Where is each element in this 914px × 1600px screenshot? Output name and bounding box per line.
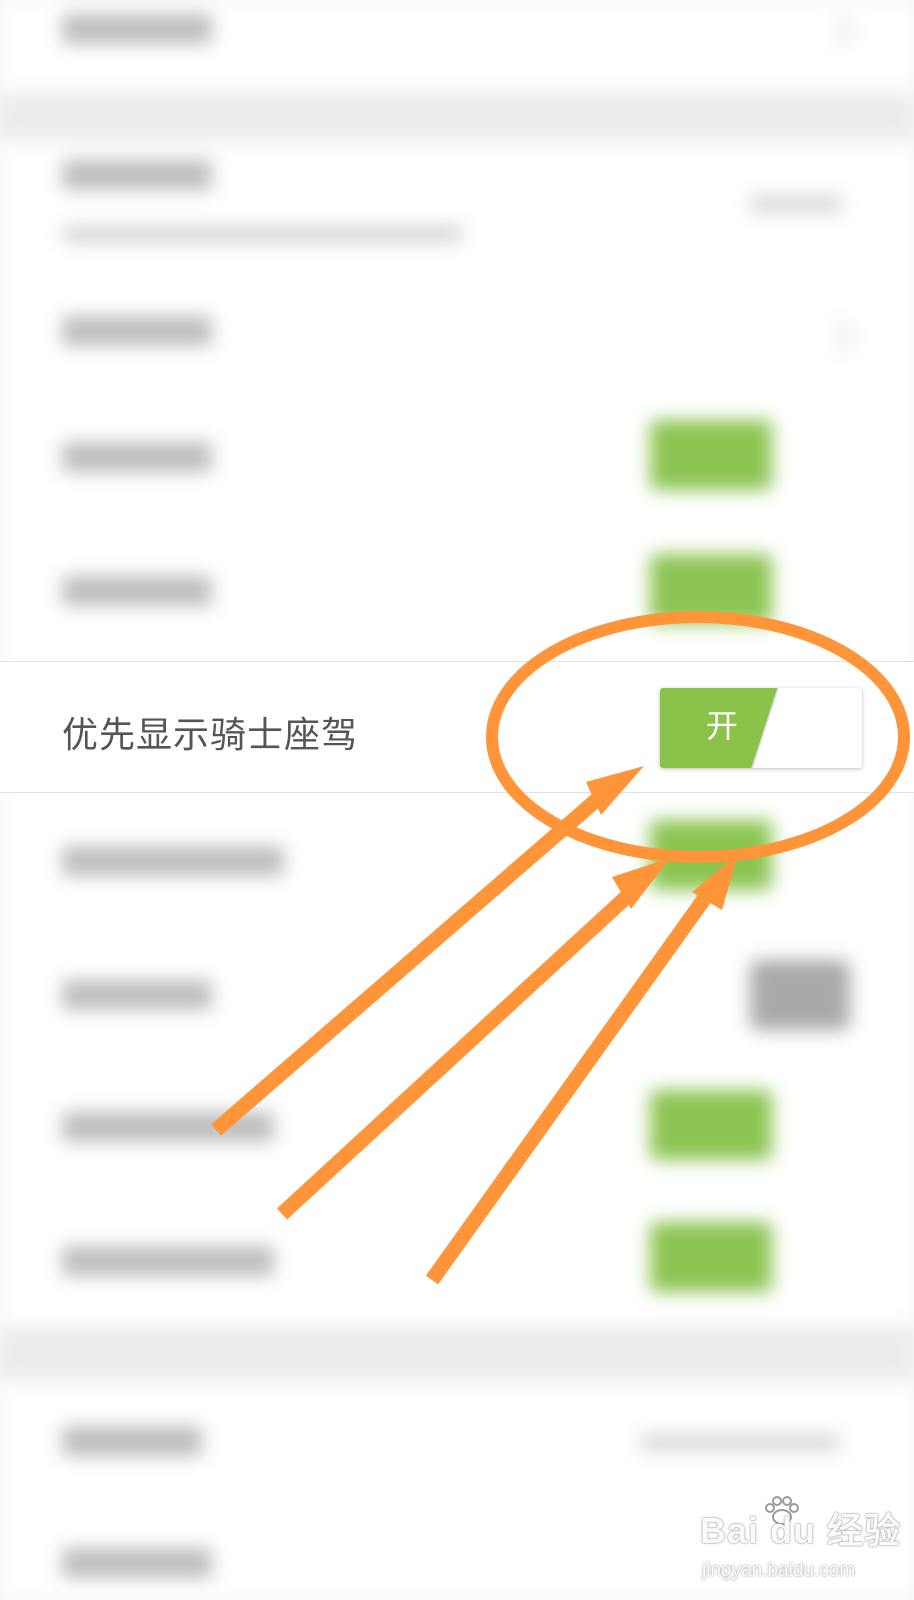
settings-screen: 优先显示骑士座驾 开 Bai du 经验 jingyan.baidu.com [0, 0, 914, 1600]
blurred-label [62, 846, 284, 876]
blurred-value [640, 1434, 840, 1450]
blurred-label [62, 316, 212, 346]
blurred-toggle-off [750, 960, 850, 1030]
blurred-toggle [650, 554, 772, 624]
blurred-label [62, 14, 212, 44]
setting-row-knight-vehicle: 优先显示骑士座驾 开 [0, 661, 914, 793]
blurred-toggle [650, 1222, 772, 1292]
watermark-domain: jingyan.baidu.com [702, 1560, 856, 1581]
toggle-track-shape [660, 688, 779, 768]
blurred-label [62, 1548, 212, 1578]
blurred-label [62, 980, 212, 1010]
blurred-label [62, 1246, 274, 1276]
blurred-label [62, 1426, 202, 1456]
blurred-label [62, 1112, 274, 1142]
watermark-brand: Bai du 经验 [700, 1510, 902, 1551]
blurred-toggle [650, 820, 772, 890]
section-divider [0, 1326, 914, 1382]
baidu-jingyan-watermark: Bai du 经验 jingyan.baidu.com [700, 1496, 900, 1590]
knight-vehicle-toggle[interactable]: 开 [660, 688, 862, 768]
blurred-label [62, 576, 212, 606]
blurred-label [62, 442, 212, 472]
blurred-settings-list [0, 0, 914, 1600]
setting-label: 优先显示骑士座驾 [62, 715, 359, 756]
section-divider [0, 92, 914, 142]
blurred-subtitle [62, 226, 462, 242]
blurred-value [750, 196, 842, 212]
blurred-toggle [650, 420, 772, 490]
blurred-toggle [650, 1090, 772, 1160]
blurred-label [62, 160, 212, 190]
toggle-state-label: 开 [705, 707, 738, 745]
